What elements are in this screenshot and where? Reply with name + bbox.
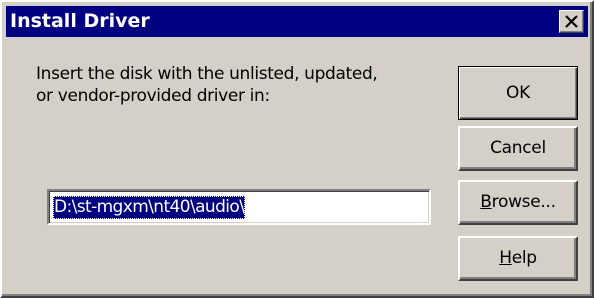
cancel-button-label: Cancel: [490, 138, 546, 158]
instruction-text: Insert the disk with the unlisted, updat…: [36, 63, 446, 107]
browse-button[interactable]: Browse...: [458, 180, 578, 225]
ok-button-label: OK: [506, 83, 530, 103]
driver-path-input[interactable]: D:\st-mgxm\nt40\audio\: [47, 189, 431, 225]
browse-button-label: rowse...: [491, 192, 556, 212]
help-button-label: elp: [511, 248, 537, 268]
close-button[interactable]: [559, 10, 584, 33]
title-bar[interactable]: Install Driver: [6, 6, 588, 37]
instruction-line-1: Insert the disk with the unlisted, updat…: [36, 64, 378, 84]
help-button[interactable]: Help: [458, 236, 578, 281]
instruction-line-2: or vendor-provided driver in:: [36, 86, 270, 106]
help-button-mnemonic: H: [499, 248, 512, 268]
ok-button[interactable]: OK: [458, 66, 578, 120]
dialog-title: Install Driver: [10, 10, 150, 32]
driver-path-value: D:\st-mgxm\nt40\audio\: [53, 196, 246, 219]
cancel-button[interactable]: Cancel: [458, 126, 578, 171]
install-driver-dialog: Install Driver Insert the disk with the …: [0, 0, 594, 298]
close-icon: [565, 15, 578, 28]
browse-button-mnemonic: B: [480, 192, 492, 212]
